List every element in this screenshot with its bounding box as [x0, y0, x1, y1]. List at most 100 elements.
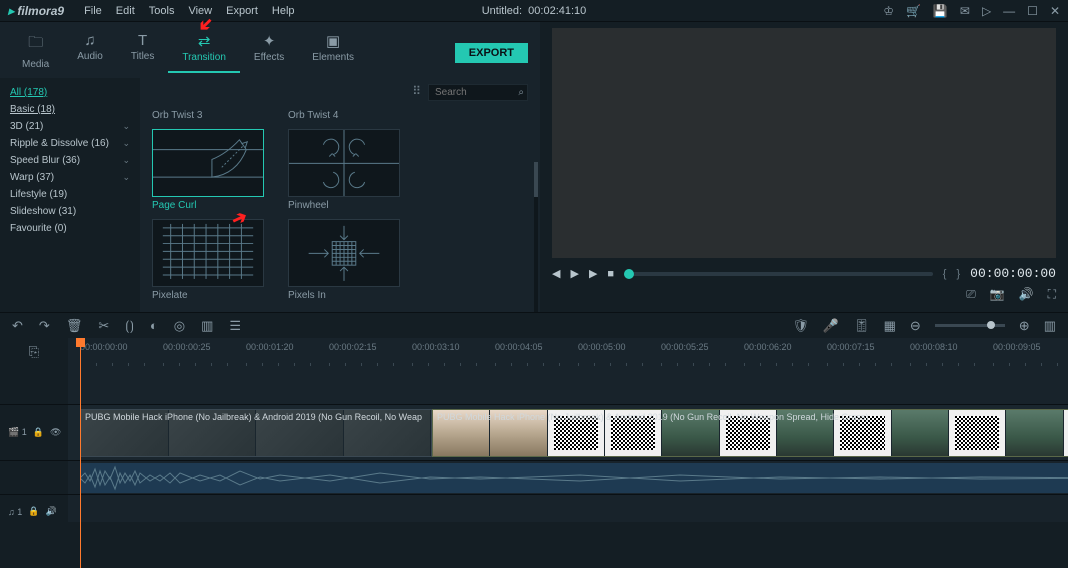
main-menu: File Edit Tools View Export Help	[84, 5, 294, 17]
category-basic[interactable]: Basic (18)	[0, 101, 140, 118]
speaker-icon[interactable]: 🔊	[45, 506, 56, 517]
quality-icon[interactable]: ⎚	[966, 287, 976, 302]
tab-elements[interactable]: ▣Elements	[298, 28, 368, 71]
split-button[interactable]: ✂	[98, 318, 109, 334]
scrubber-handle[interactable]	[624, 269, 634, 279]
zoom-slider[interactable]	[935, 324, 1005, 327]
category-slideshow[interactable]: Slideshow (31)	[0, 203, 140, 220]
ruler-mark: 00:00:05:25	[661, 342, 709, 352]
chevron-down-icon: ⌄	[122, 121, 130, 132]
notify-icon[interactable]: ▷	[982, 4, 991, 18]
category-speedblur[interactable]: Speed Blur (36)⌄	[0, 152, 140, 169]
menu-file[interactable]: File	[84, 5, 102, 17]
next-frame-button[interactable]: ▶	[589, 267, 597, 280]
play-button[interactable]: ▶	[570, 267, 578, 280]
minimize-icon[interactable]: —	[1003, 4, 1015, 18]
audio-track-row	[0, 460, 68, 494]
video-clip-2[interactable]: PUBG Mobile Hack iPhone (No Jailbreak) &…	[432, 409, 1068, 457]
export-button[interactable]: EXPORT	[455, 43, 528, 63]
tab-effects[interactable]: ✦Effects	[240, 28, 298, 71]
maximize-icon[interactable]: ☐	[1027, 4, 1038, 18]
save-icon[interactable]: 💾	[933, 4, 948, 18]
menu-edit[interactable]: Edit	[116, 5, 135, 17]
category-all[interactable]: All (178)	[0, 84, 140, 101]
ruler-mark: 00:00:02:15	[329, 342, 377, 352]
fullscreen-icon[interactable]: ⛶	[1048, 287, 1056, 302]
greenscreen-button[interactable]: ▥	[201, 318, 213, 334]
video-clip-1[interactable]: PUBG Mobile Hack iPhone (No Jailbreak) &…	[80, 409, 432, 457]
search-input[interactable]	[428, 84, 528, 101]
audio-track[interactable]	[68, 460, 1068, 494]
music-track-header[interactable]: ♫ 1 🔒 🔊	[0, 494, 68, 528]
volume-icon[interactable]: 🔊	[1019, 287, 1034, 302]
tab-transition[interactable]: ⇄Transition	[168, 28, 240, 73]
tab-titles[interactable]: TTitles	[117, 28, 169, 70]
timeline-ruler[interactable]: 00:00:00:0000:00:00:2500:00:01:2000:00:0…	[68, 338, 1068, 366]
menu-view[interactable]: View	[188, 5, 212, 17]
video-track-header[interactable]: 🎬 1 🔒 👁	[0, 404, 68, 460]
speed-button[interactable]: ◐	[150, 318, 158, 333]
preview-video[interactable]	[552, 28, 1056, 258]
mail-icon[interactable]: ✉	[960, 4, 970, 18]
mark-in-icon[interactable]: {	[943, 268, 947, 280]
tab-audio[interactable]: ♫Audio	[63, 28, 117, 70]
audio-clip[interactable]	[80, 463, 1068, 493]
transition-pixels-in[interactable]: Pixels In	[288, 219, 400, 301]
stop-button[interactable]: ■	[607, 268, 614, 280]
color-button[interactable]: ◎	[174, 318, 185, 334]
crop-button[interactable]: ⟮⟯	[125, 318, 134, 334]
transition-page-curl[interactable]: Page Curl	[152, 129, 264, 211]
title-bar: ▸ filmora9 File Edit Tools View Export H…	[0, 0, 1068, 22]
video-track[interactable]: PUBG Mobile Hack iPhone (No Jailbreak) &…	[68, 404, 1068, 460]
zoom-fit-button[interactable]: ▥	[1044, 318, 1056, 334]
transition-orb-twist-4[interactable]: Orb Twist 4	[288, 107, 400, 121]
media-panel: 🗀Media ♫Audio TTitles ⇄Transition ✦Effec…	[0, 22, 540, 312]
ruler-mark: 00:00:04:05	[495, 342, 543, 352]
category-sidebar: All (178) Basic (18) 3D (21)⌄ Ripple & D…	[0, 78, 140, 312]
mic-icon[interactable]: 🎤	[823, 318, 839, 334]
playhead[interactable]	[80, 338, 81, 568]
close-icon[interactable]: ✕	[1050, 4, 1060, 18]
category-favourite[interactable]: Favourite (0)	[0, 220, 140, 237]
menu-tools[interactable]: Tools	[149, 5, 175, 17]
delete-button[interactable]: 🗑	[66, 318, 83, 334]
zoom-knob[interactable]	[987, 321, 995, 329]
marker-icon[interactable]: 🛡	[792, 318, 809, 334]
tracks-area[interactable]: PUBG Mobile Hack iPhone (No Jailbreak) &…	[68, 366, 1068, 528]
grid-view-icon[interactable]: ⠿	[412, 84, 422, 101]
eye-icon[interactable]: 👁	[50, 427, 61, 438]
cart-icon[interactable]: 🛒	[906, 4, 921, 18]
category-lifestyle[interactable]: Lifestyle (19)	[0, 186, 140, 203]
lock-icon[interactable]: 🔒	[28, 506, 39, 517]
prev-frame-button[interactable]: ◀	[552, 267, 560, 280]
preview-scrubber[interactable]	[624, 272, 933, 276]
redo-button[interactable]: ↷	[39, 318, 50, 334]
undo-button[interactable]: ↶	[12, 318, 23, 334]
lock-icon[interactable]: 🔒	[33, 427, 44, 438]
transition-orb-twist-3[interactable]: Orb Twist 3	[152, 107, 264, 121]
mixer-icon[interactable]: 🎚	[853, 318, 870, 334]
zoom-in-button[interactable]: ⊕	[1019, 318, 1030, 334]
tab-media[interactable]: 🗀Media	[8, 28, 63, 78]
menu-export[interactable]: Export	[226, 5, 258, 17]
zoom-out-button[interactable]: ⊖	[910, 318, 921, 334]
category-ripple[interactable]: Ripple & Dissolve (16)⌄	[0, 135, 140, 152]
snapshot-icon[interactable]: 📷	[990, 287, 1005, 302]
music-track[interactable]	[68, 494, 1068, 522]
scrollbar-thumb[interactable]	[534, 162, 538, 197]
mark-out-icon[interactable]: }	[956, 268, 960, 280]
project-title: Untitled: 00:02:41:10	[482, 5, 587, 17]
category-warp[interactable]: Warp (37)⌄	[0, 169, 140, 186]
layers-icon[interactable]: ▦	[884, 318, 896, 334]
adjust-button[interactable]: ☰	[229, 318, 241, 334]
folder-icon: 🗀	[28, 32, 43, 57]
transition-pinwheel[interactable]: Pinwheel	[288, 129, 400, 211]
account-icon[interactable]: ♔	[883, 4, 894, 18]
track-manager-icon[interactable]: ⎘	[29, 344, 39, 360]
menu-help[interactable]: Help	[272, 5, 295, 17]
transition-pixelate[interactable]: Pixelate	[152, 219, 264, 301]
text-icon: T	[138, 32, 147, 49]
ruler-mark: 00:00:06:20	[744, 342, 792, 352]
transitions-grid-area: ⠿ ⌕ Orb Twist 3 Orb Twist 4 Pag	[140, 78, 540, 312]
category-3d[interactable]: 3D (21)⌄	[0, 118, 140, 135]
